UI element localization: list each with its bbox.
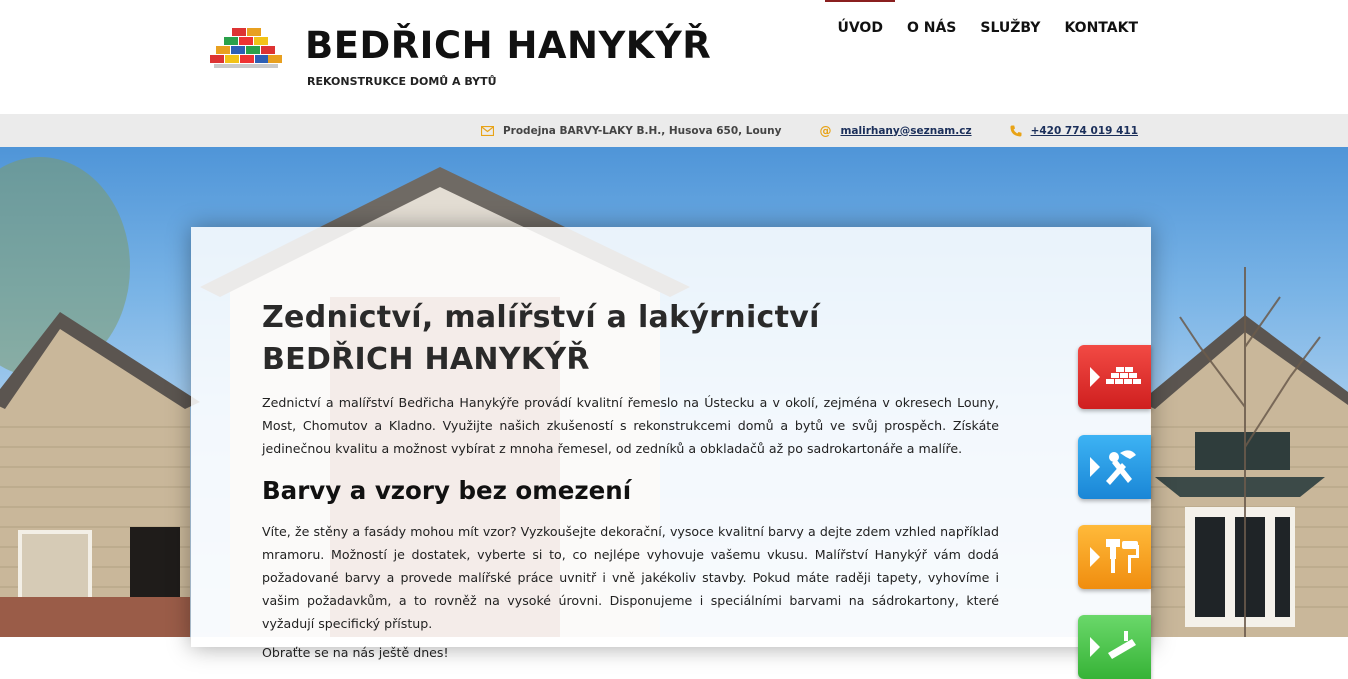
intro-paragraph: Zednictví a malířství Bedřicha Hanykýře … <box>262 395 999 456</box>
nav-item-kontakt[interactable]: KONTAKT <box>1064 0 1138 50</box>
address-info: Prodejna BARVY-LAKY B.H., Husova 650, Lo… <box>480 124 782 137</box>
call-to-action-text: Obraťte se na nás ještě dnes! <box>262 645 449 660</box>
section-heading: Barvy a vzory bez omezení <box>262 476 632 505</box>
email-info: @ malirhany@seznam.cz <box>819 124 971 138</box>
service-tab-painting[interactable] <box>1078 525 1151 589</box>
phone-link[interactable]: +420 774 019 411 <box>1031 125 1138 137</box>
phone-info: +420 774 019 411 <box>1010 125 1138 137</box>
phone-icon <box>1010 125 1022 136</box>
at-icon: @ <box>819 123 832 138</box>
site-header: BEDŘICH HANYKÝŘ REKONSTRUKCE DOMŮ A BYTŮ… <box>0 0 1348 114</box>
paint-roller-icon <box>1090 539 1139 573</box>
bricks-logo-icon <box>210 28 282 68</box>
tools-icon <box>1090 450 1136 485</box>
bricks-icon <box>1090 367 1141 387</box>
service-tab-tools[interactable] <box>1078 435 1151 499</box>
main-nav: ÚVOD O NÁS SLUŽBY KONTAKT <box>825 0 1138 50</box>
address-text: Prodejna BARVY-LAKY B.H., Husova 650, Lo… <box>502 124 782 137</box>
content-card: Zednictví, malířství a lakýrnictví BEDŘI… <box>191 227 1151 660</box>
service-tab-plastering[interactable] <box>1078 615 1151 679</box>
service-tab-masonry[interactable] <box>1078 345 1151 409</box>
page-title-line1: Zednictví, malířství a lakýrnictví <box>262 300 820 335</box>
nav-item-sluzby[interactable]: SLUŽBY <box>980 0 1040 50</box>
paints-paragraph: Víte, že stěny a fasády mohou mít vzor? … <box>262 524 999 631</box>
email-link[interactable]: malirhany@seznam.cz <box>840 125 971 137</box>
trowel-icon <box>1090 631 1136 659</box>
page-title-line2: BEDŘICH HANYKÝŘ <box>262 342 590 377</box>
logo-subtitle: REKONSTRUKCE DOMŮ A BYTŮ <box>307 75 497 88</box>
page-title: Zednictví, malířství a lakýrnictví BEDŘI… <box>262 297 999 381</box>
envelope-icon <box>480 125 494 136</box>
content-body: Zednictví, malířství a lakýrnictví BEDŘI… <box>262 297 999 664</box>
contact-info-bar: Prodejna BARVY-LAKY B.H., Husova 650, Lo… <box>0 114 1348 147</box>
nav-item-o-nas[interactable]: O NÁS <box>907 0 956 50</box>
nav-item-uvod[interactable]: ÚVOD <box>825 0 896 50</box>
logo-title: BEDŘICH HANYKÝŘ <box>305 24 712 67</box>
